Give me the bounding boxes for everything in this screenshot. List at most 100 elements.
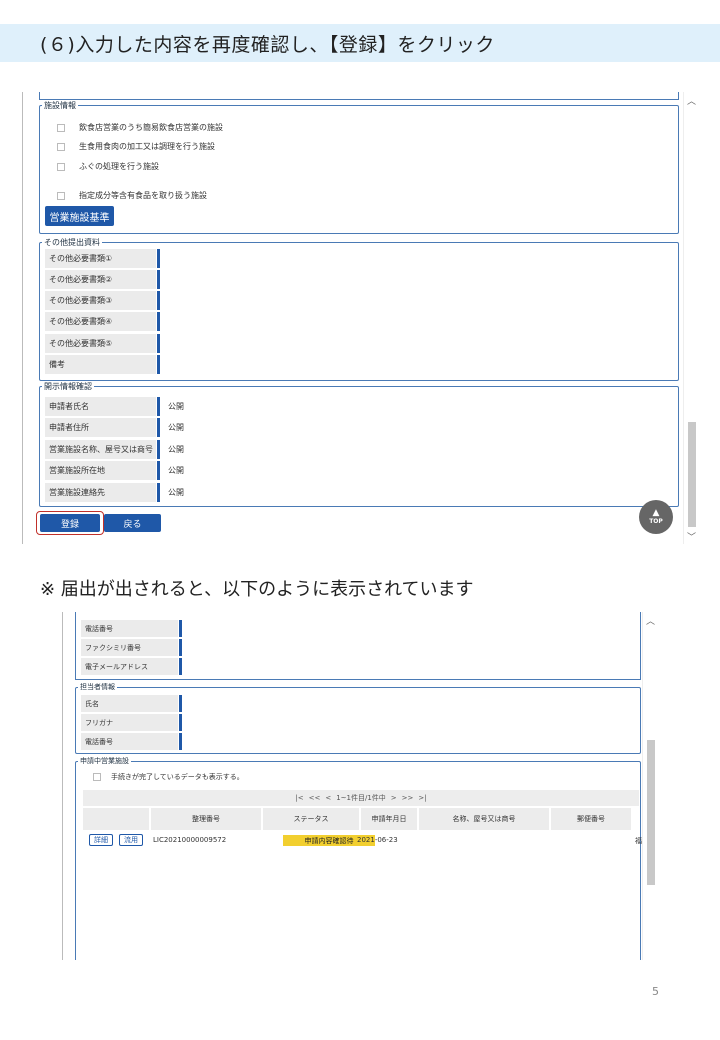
row-value: 公開: [168, 423, 184, 432]
disclosure-row: 申請者住所 公開: [45, 418, 184, 437]
row-label: その他必要書類④: [45, 312, 156, 331]
checkbox[interactable]: [93, 773, 101, 781]
pager-info: 1~1件目/1件中: [336, 794, 386, 802]
row-value: 公開: [168, 466, 184, 475]
pending-applications-section: 申請中営業施設: [75, 756, 641, 960]
pager-next-next[interactable]: >>: [402, 794, 414, 802]
row-label: その他必要書類③: [45, 291, 156, 310]
checkbox[interactable]: [57, 162, 65, 171]
person-row: フリガナ: [81, 714, 182, 731]
table-row: 詳細 流用 LIC20210000009572 申請内容確認待 2021-06-…: [83, 834, 658, 848]
disclosure-row: 営業施設連絡先 公開: [45, 483, 184, 502]
chevron-up-icon[interactable]: ︿: [687, 94, 696, 107]
column-header[interactable]: ステータス: [263, 808, 359, 830]
application-date: 2021-06-23: [357, 836, 398, 844]
row-indicator: [179, 733, 182, 750]
pager-prev[interactable]: <: [325, 794, 331, 802]
row-label: 電話番号: [81, 733, 178, 750]
contact-row: 電子メールアドレス: [81, 658, 182, 675]
facility-checkbox-row[interactable]: 指定成分等含有食品を取り扱う施設: [57, 190, 207, 201]
pager-last[interactable]: >|: [418, 794, 426, 802]
row-indicator: [157, 312, 160, 331]
reuse-button[interactable]: 流用: [119, 834, 143, 846]
previous-section-edge: [39, 92, 679, 100]
row-indicator: [179, 714, 182, 731]
row-indicator: [157, 249, 160, 268]
pagination: |< << < 1~1件目/1件中 > >> >|: [83, 790, 639, 806]
facility-standards-button[interactable]: 営業施設基準: [45, 206, 114, 226]
column-header-actions: [83, 808, 149, 830]
row-label: 氏名: [81, 695, 178, 712]
row-value: 公開: [168, 445, 184, 454]
row-label: 備考: [45, 355, 156, 374]
disclosure-legend: 開示情報確認: [44, 382, 92, 391]
back-button[interactable]: 戻る: [104, 514, 161, 532]
row-indicator: [179, 639, 182, 656]
facility-checkbox-row[interactable]: 生食用食肉の加工又は調理を行う施設: [57, 141, 215, 152]
row-indicator: [157, 270, 160, 289]
note-text: ※ 届出が出されると、以下のように表示されています: [40, 579, 474, 600]
row-value: 公開: [168, 402, 184, 411]
facility-checkbox-row[interactable]: ふぐの処理を行う施設: [57, 161, 159, 172]
scrollbar[interactable]: ︿ ﹀: [683, 92, 699, 544]
row-value: 公開: [168, 488, 184, 497]
pager-prev-prev[interactable]: <<: [309, 794, 321, 802]
row-indicator: [157, 291, 160, 310]
facility-checkbox-row[interactable]: 飲食店営業のうち簡易飲食店営業の施設: [57, 122, 223, 133]
detail-button[interactable]: 詳細: [89, 834, 113, 846]
document-row: その他必要書類⑤: [45, 334, 160, 353]
up-arrow-icon: ▲: [652, 507, 660, 518]
row-indicator: [157, 397, 160, 416]
form-screenshot-2: 電話番号 ファクシミリ番号 電子メールアドレス 担当者情報 氏名 フリガナ 電話…: [62, 612, 658, 960]
pager-next[interactable]: >: [391, 794, 397, 802]
row-indicator: [157, 355, 160, 374]
row-label: 営業施設連絡先: [45, 483, 156, 502]
facility-info-legend: 施設情報: [44, 101, 76, 110]
row-indicator: [157, 461, 160, 480]
reference-number: LIC20210000009572: [153, 836, 227, 844]
postal-code-cut: 福: [635, 837, 642, 845]
row-label: 電話番号: [81, 620, 178, 637]
checkbox-label: 生食用食肉の加工又は調理を行う施設: [79, 142, 215, 151]
checkbox-label: 手続きが完了しているデータも表示する。: [111, 773, 244, 781]
checkbox[interactable]: [57, 191, 65, 200]
column-header[interactable]: 名称、屋号又は商号: [419, 808, 549, 830]
scroll-top-button[interactable]: ▲ TOP: [639, 500, 673, 534]
show-completed-checkbox-row[interactable]: 手続きが完了しているデータも表示する。: [93, 772, 244, 782]
page-title: (６)入力した内容を再度確認し、【登録】をクリック: [40, 34, 495, 56]
person-in-charge-legend: 担当者情報: [80, 683, 115, 691]
checkbox-label: 指定成分等含有食品を取り扱う施設: [79, 191, 207, 200]
row-indicator: [157, 440, 160, 459]
page-number: 5: [652, 985, 659, 998]
pager-first[interactable]: |<: [295, 794, 303, 802]
chevron-down-icon[interactable]: ﹀: [687, 530, 696, 543]
row-indicator: [157, 483, 160, 502]
scrollbar-thumb[interactable]: [647, 740, 655, 885]
document-row: その他必要書類④: [45, 312, 160, 331]
row-label: 申請者氏名: [45, 397, 156, 416]
top-button-label: TOP: [649, 517, 663, 525]
disclosure-row: 申請者氏名 公開: [45, 397, 184, 416]
row-indicator: [157, 418, 160, 437]
person-row: 氏名: [81, 695, 182, 712]
checkbox[interactable]: [57, 142, 65, 151]
row-indicator: [179, 620, 182, 637]
chevron-up-icon[interactable]: ︿: [646, 614, 655, 627]
row-label: ファクシミリ番号: [81, 639, 178, 656]
row-label: その他必要書類②: [45, 270, 156, 289]
form-screenshot-1: 施設情報 飲食店営業のうち簡易飲食店営業の施設 生食用食肉の加工又は調理を行う施…: [22, 92, 699, 544]
row-label: その他必要書類①: [45, 249, 156, 268]
row-label: フリガナ: [81, 714, 178, 731]
column-header[interactable]: 郵便番号: [551, 808, 631, 830]
scrollbar-thumb[interactable]: [688, 422, 696, 527]
register-button[interactable]: 登録: [40, 514, 100, 532]
column-header[interactable]: 申請年月日: [361, 808, 417, 830]
row-label: その他必要書類⑤: [45, 334, 156, 353]
pending-applications-legend: 申請中営業施設: [80, 757, 129, 765]
document-row: その他必要書類②: [45, 270, 160, 289]
disclosure-row: 営業施設名称、屋号又は商号 公開: [45, 440, 184, 459]
column-header[interactable]: 整理番号: [151, 808, 261, 830]
scrollbar[interactable]: ︿: [642, 612, 658, 960]
checkbox[interactable]: [57, 123, 65, 132]
row-label: 営業施設所在地: [45, 461, 156, 480]
